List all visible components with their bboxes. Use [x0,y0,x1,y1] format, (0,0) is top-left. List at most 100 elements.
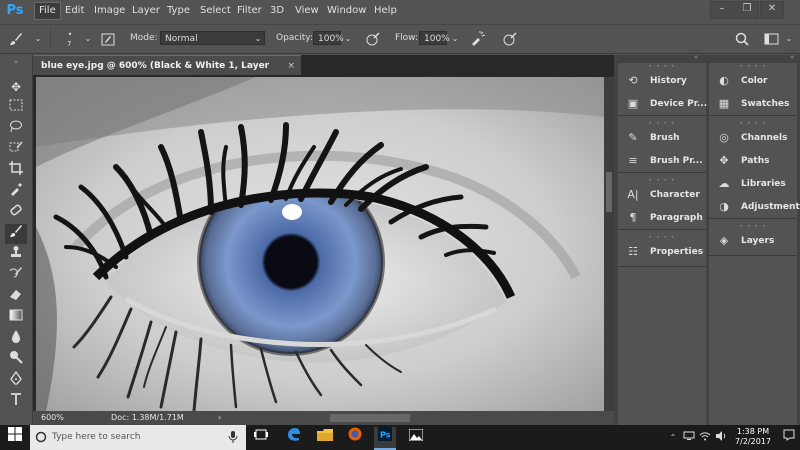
restore-button[interactable]: ❐ [735,1,759,19]
adjustments-icon: ◑ [719,200,729,213]
menu-3d[interactable]: 3D [266,3,288,19]
menu-select[interactable]: Select [196,3,235,19]
quick-selection-tool-icon[interactable] [5,140,27,160]
eraser-tool-icon[interactable] [5,287,27,307]
edge-browser-icon[interactable] [283,427,305,448]
flow-chevron-icon[interactable]: ⌄ [447,31,463,47]
panel-group: • • • • A| Character ¶ Paragraph [618,177,706,230]
eyedropper-tool-icon[interactable] [5,182,27,202]
healing-brush-tool-icon[interactable] [5,203,27,223]
task-view-icon[interactable] [250,427,272,448]
vertical-scrollbar[interactable] [604,77,614,411]
menu-image[interactable]: Image [90,3,129,19]
brush-tool-preset-icon[interactable] [8,31,24,47]
close-tab-icon[interactable]: × [287,56,295,76]
panel-brush-presets[interactable]: ≡ Brush Pr... [618,150,706,172]
menu-edit[interactable]: Edit [61,3,88,19]
panel-swatches[interactable]: ▦ Swatches [709,93,797,115]
opacity-label: Opacity: [276,33,313,43]
menu-layer[interactable]: Layer [128,3,164,19]
vertical-scroll-thumb[interactable] [606,172,612,212]
menu-type[interactable]: Type [163,3,194,19]
collapse-panels-right-icon[interactable]: « [790,53,794,61]
panel-channels[interactable]: ◎ Channels [709,127,797,149]
panel-character[interactable]: A| Character [618,184,706,206]
action-center-icon[interactable] [778,427,800,448]
menu-filter[interactable]: Filter [233,3,266,19]
firefox-icon[interactable] [344,427,366,448]
panel-history[interactable]: ⟲ History [618,70,706,92]
move-tool-icon[interactable]: ✥ [5,77,27,97]
libraries-icon: ☁ [718,177,730,190]
pen-tool-icon[interactable] [5,370,27,391]
mode-chevron-icon[interactable]: ⌄ [250,31,266,47]
search-icon[interactable] [734,31,750,47]
zoom-level[interactable]: 600% [41,411,64,425]
system-clock[interactable]: 1:38 PM 7/2/2017 [728,427,778,447]
panel-color[interactable]: ◐ Color [709,70,797,92]
clock-time: 1:38 PM [736,427,770,436]
menu-window[interactable]: Window [323,3,370,19]
document-tab[interactable]: blue eye.jpg @ 600% (Black & White 1, La… [33,55,301,91]
pressure-opacity-icon[interactable] [365,31,381,47]
opacity-chevron-icon[interactable]: ⌄ [340,31,356,47]
panel-layers[interactable]: ◈ Layers [709,230,797,252]
microphone-icon[interactable] [228,431,238,446]
minimize-button[interactable]: – [710,1,734,19]
panel-label: Device Pr... [650,99,708,109]
blur-tool-icon[interactable] [5,329,27,349]
workspace-icon[interactable] [764,31,780,47]
workspace-chevron-icon[interactable]: ⌄ [781,31,797,47]
channels-icon: ◎ [719,131,729,144]
panel-group: • • • • ◈ Layers [709,223,797,256]
windows-start-icon[interactable] [4,427,26,448]
panel-properties[interactable]: ☷ Properties [618,241,706,263]
mode-label: Mode: [130,33,158,43]
file-explorer-icon[interactable] [314,427,336,448]
horizontal-scroll-thumb[interactable] [330,414,410,422]
panel-label: Paragraph [650,213,703,223]
status-menu-arrow-icon[interactable]: › [218,411,221,425]
panel-group: • • • • ◐ Color ▦ Swatches [709,63,797,116]
panel-brush[interactable]: ✎ Brush [618,127,706,149]
image-canvas[interactable] [36,77,604,411]
brush-tool-icon[interactable] [5,224,27,244]
history-brush-tool-icon[interactable] [5,266,27,286]
panel-adjustments[interactable]: ◑ Adjustments [709,196,800,218]
opacity-input[interactable]: 100% [313,31,344,45]
close-button[interactable]: ✕ [760,1,784,19]
menu-view[interactable]: View [291,3,323,19]
airbrush-icon[interactable] [470,31,486,47]
gradient-tool-icon[interactable] [5,308,27,328]
crop-tool-icon[interactable] [5,161,27,181]
tools-panel: » ✥ [0,55,33,425]
lasso-tool-icon[interactable] [5,119,27,139]
panel-label: Color [741,76,768,86]
panel-device-preview[interactable]: ▣ Device Pr... [618,93,708,115]
clone-stamp-tool-icon[interactable] [5,245,27,265]
collapse-panels-left-icon[interactable]: « [694,53,698,61]
panel-column-1: • • • • ⟲ History ▣ Device Pr... • • • •… [618,63,708,425]
flow-label: Flow: [395,33,419,43]
taskbar-search-box[interactable]: Type here to search [30,425,246,450]
panel-paths[interactable]: ✥ Paths [709,150,797,172]
menu-file[interactable]: File [34,2,61,20]
flow-input[interactable]: 100% [419,31,450,45]
swatches-icon: ▦ [718,97,730,110]
panel-libraries[interactable]: ☁ Libraries [709,173,797,195]
chevron-down-icon[interactable]: ⌄ [30,31,46,47]
marquee-tool-icon[interactable] [5,98,27,118]
dodge-tool-icon[interactable] [5,350,27,370]
photos-app-icon[interactable] [405,427,427,448]
collapse-toolbar-icon[interactable]: » [5,57,27,67]
brush-picker-chevron-icon[interactable]: ⌄ [80,31,96,47]
cortana-icon [35,431,47,446]
menu-help[interactable]: Help [370,3,401,19]
brush-panel-toggle-icon[interactable] [100,31,116,47]
separator [50,29,51,49]
panel-paragraph[interactable]: ¶ Paragraph [618,207,706,229]
type-tool-icon[interactable] [5,392,27,412]
panel-dock: « « • • • • ⟲ History ▣ Device Pr... • •… [614,53,800,425]
photoshop-taskbar-icon[interactable]: Ps [374,427,396,450]
pressure-size-icon[interactable] [502,31,518,47]
